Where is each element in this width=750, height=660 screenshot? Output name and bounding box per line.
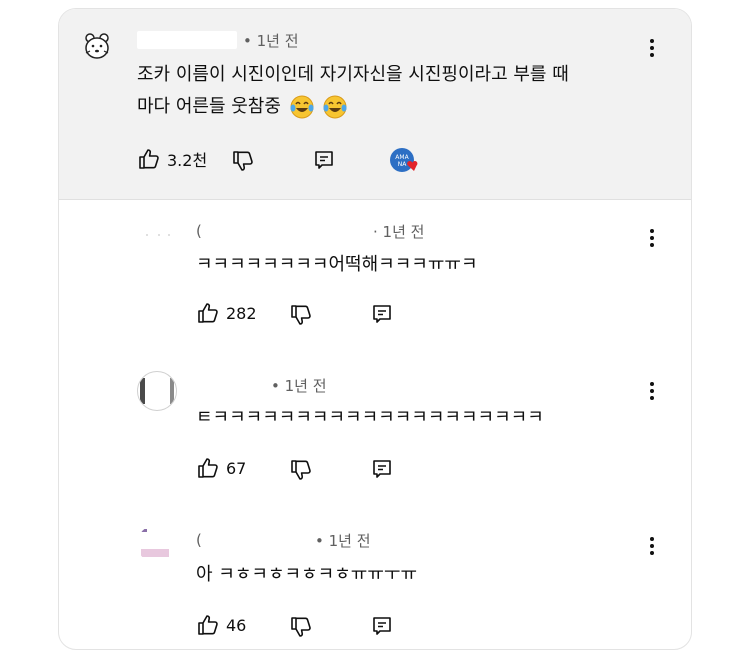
- username-redacted[interactable]: [137, 31, 237, 49]
- dislike-button[interactable]: [289, 615, 313, 639]
- like-button[interactable]: 3.2천: [137, 147, 207, 171]
- reply-button[interactable]: [371, 615, 393, 637]
- thumbs-up-icon: [198, 458, 218, 478]
- username-redacted[interactable]: [205, 531, 309, 549]
- comment-text-line2-row: 마다 어른들 웃참중: [137, 91, 348, 123]
- svg-text:AMA: AMA: [395, 154, 409, 161]
- like-count: 67: [226, 458, 247, 478]
- dislike-button[interactable]: [289, 458, 313, 482]
- creator-heart-badge: AMA NA: [389, 147, 425, 177]
- dislike-button[interactable]: [231, 149, 255, 173]
- like-button[interactable]: 282: [196, 301, 257, 325]
- creator-heart-icon: AMA NA: [390, 148, 418, 172]
- comment-time: • 1년 전: [243, 32, 299, 50]
- like-button[interactable]: 46: [196, 613, 246, 637]
- more-vertical-icon[interactable]: [649, 382, 655, 402]
- blurred-avatar-icon: [146, 234, 170, 236]
- top-comment: • 1년 전 조카 이름이 시진이인데 자기자신을 시진핑이라고 부를 때 마다…: [59, 9, 691, 200]
- avatar[interactable]: [137, 525, 175, 563]
- reply-text: ㅌㅋㅋㅋㅋㅋㅋㅋㅋㅋㅋㅋㅋㅋㅋㅋㅋㅋㅋㅋㅋ: [196, 407, 544, 428]
- avatar[interactable]: [81, 29, 113, 61]
- thumbs-up-icon: [198, 303, 218, 323]
- like-count: 3.2천: [167, 151, 208, 170]
- laughing-tears-emoji: [323, 95, 347, 119]
- avatar[interactable]: [137, 371, 177, 411]
- reply-button[interactable]: [313, 149, 335, 171]
- reply-icon: [373, 460, 391, 478]
- username-prefix: (: [196, 222, 202, 240]
- more-vertical-icon[interactable]: [649, 537, 655, 557]
- username-redacted[interactable]: [205, 222, 371, 240]
- thumbs-down-icon: [291, 460, 311, 480]
- blurred-avatar-icon: [141, 529, 169, 557]
- dislike-button[interactable]: [289, 303, 313, 327]
- reply-button[interactable]: [371, 458, 393, 480]
- like-button[interactable]: 67: [196, 456, 246, 480]
- svg-text:NA: NA: [398, 161, 407, 168]
- blurred-avatar-icon: [140, 378, 174, 404]
- reply-icon: [373, 617, 391, 635]
- reply-icon: [373, 305, 391, 323]
- thumbs-up-icon: [139, 149, 159, 169]
- like-count: 282: [226, 303, 257, 323]
- avatar[interactable]: [139, 221, 175, 257]
- laughing-tears-emoji: [290, 95, 314, 119]
- reply-time: • 1년 전: [271, 377, 327, 395]
- thumbs-down-icon: [291, 305, 311, 325]
- comment-text-line2: 마다 어른들 웃참중: [137, 96, 281, 117]
- comment-text-line1: 조카 이름이 시진이인데 자기자신을 시진핑이라고 부를 때: [137, 64, 569, 85]
- reply-time: • 1년 전: [315, 532, 371, 550]
- reply-text: ㅋㅋㅋㅋㅋㅋㅋㅋ어떡해ㅋㅋㅋㅠㅠㅋ: [196, 254, 478, 275]
- username-redacted[interactable]: [196, 375, 266, 393]
- like-count: 46: [226, 615, 247, 635]
- reply-button[interactable]: [371, 303, 393, 325]
- reply-time: · 1년 전: [373, 223, 425, 241]
- more-vertical-icon[interactable]: [649, 229, 655, 249]
- reply-text: 아 ㅋㅎㅋㅎㅋㅎㅋㅎㅠㅠㅜㅠ: [196, 564, 418, 585]
- reply-icon: [315, 151, 333, 169]
- thumbs-down-icon: [233, 151, 253, 171]
- bear-avatar-icon: [85, 33, 109, 59]
- comment-thread: • 1년 전 조카 이름이 시진이인데 자기자신을 시진핑이라고 부를 때 마다…: [58, 8, 692, 650]
- username-prefix: (: [196, 531, 202, 549]
- thumbs-down-icon: [291, 617, 311, 637]
- more-vertical-icon[interactable]: [649, 39, 655, 59]
- thumbs-up-icon: [198, 615, 218, 635]
